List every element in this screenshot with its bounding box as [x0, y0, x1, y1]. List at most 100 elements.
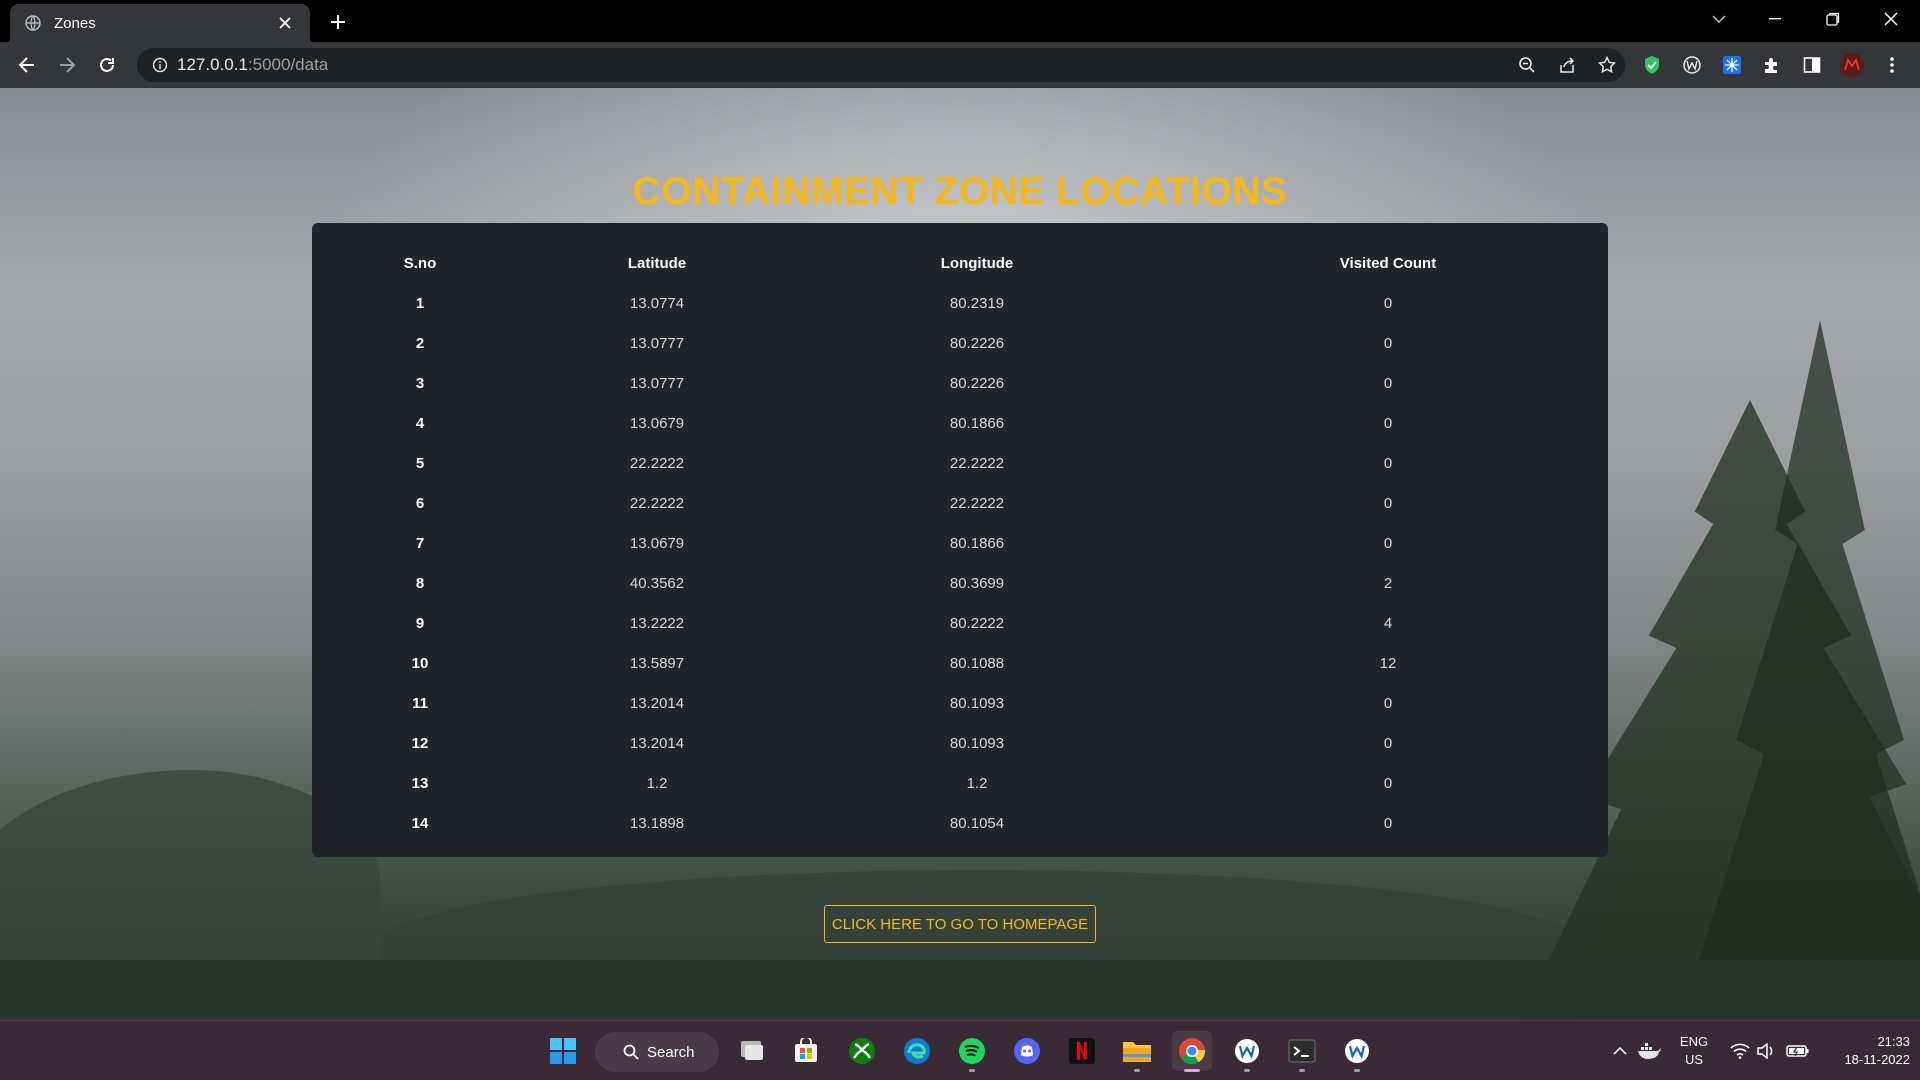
- forest-floor-background: [0, 960, 1920, 1020]
- browser-tab[interactable]: Zones: [10, 4, 310, 42]
- wifi-icon[interactable]: [1728, 1035, 1752, 1067]
- minimize-window-button[interactable]: [1752, 0, 1798, 38]
- url-path: :5000/data: [247, 55, 329, 74]
- cell-sno: 1: [415, 294, 425, 312]
- cell-sno: 14: [411, 814, 429, 832]
- show-hidden-icons-chevron-icon[interactable]: [1610, 1035, 1630, 1067]
- clock-time: 21:33: [1877, 1034, 1910, 1049]
- cell-longitude: 80.2319: [949, 294, 1005, 312]
- cell-sno: 3: [415, 374, 425, 392]
- docker-icon[interactable]: [1636, 1035, 1662, 1067]
- cell-latitude: 13.0679: [629, 414, 685, 432]
- cell-latitude: 40.3562: [629, 574, 685, 592]
- xbox-icon[interactable]: [842, 1031, 882, 1071]
- cell-sno: 2: [415, 334, 425, 352]
- volume-icon[interactable]: [1754, 1035, 1778, 1067]
- page-title: CONTAINMENT ZONE LOCATIONS: [632, 170, 1288, 213]
- column-header-visited-count: Visited Count: [1339, 254, 1437, 272]
- cell-longitude: 80.2222: [949, 614, 1005, 632]
- snowflake-extension-icon[interactable]: [1716, 49, 1748, 81]
- cell-sno: 12: [411, 734, 429, 752]
- table-row: 9 13.2222 80.2222 4: [312, 603, 1608, 643]
- cell-visited-count: 0: [1383, 454, 1393, 472]
- table-row: 13 1.2 1.2 0: [312, 763, 1608, 803]
- cell-visited-count: 4: [1383, 614, 1393, 632]
- cell-latitude: 13.5897: [629, 654, 685, 672]
- table-row: 7 13.0679 80.1866 0: [312, 523, 1608, 563]
- terminal-icon[interactable]: [1282, 1031, 1322, 1072]
- w-extension-icon[interactable]: [1676, 49, 1708, 81]
- back-arrow-icon[interactable]: [11, 49, 43, 81]
- start-windows-icon[interactable]: [543, 1031, 583, 1071]
- cell-sno: 7: [415, 534, 425, 552]
- cell-visited-count: 0: [1383, 534, 1393, 552]
- cell-visited-count: 2: [1383, 574, 1393, 592]
- netflix-icon[interactable]: [1062, 1031, 1102, 1071]
- side-panel-icon[interactable]: [1796, 49, 1828, 81]
- taskbar-search[interactable]: Search: [595, 1032, 719, 1072]
- cell-longitude: 22.2222: [949, 454, 1005, 472]
- table-row: 5 22.2222 22.2222 0: [312, 443, 1608, 483]
- bookmark-star-icon[interactable]: [1591, 49, 1623, 81]
- profile-avatar[interactable]: [1836, 49, 1868, 81]
- cell-longitude: 80.1866: [949, 534, 1005, 552]
- zones-table-panel: S.no Latitude Longitude Visited Count 1 1…: [312, 223, 1608, 857]
- cell-longitude: 80.3699: [949, 574, 1005, 592]
- language-indicator[interactable]: ENG US: [1668, 1033, 1720, 1069]
- forward-arrow-icon[interactable]: [51, 49, 83, 81]
- cell-visited-count: 0: [1383, 294, 1393, 312]
- table-row: 14 13.1898 80.1054 0: [312, 803, 1608, 843]
- cell-visited-count: 0: [1383, 694, 1393, 712]
- close-tab-icon[interactable]: [274, 12, 296, 34]
- cell-visited-count: 0: [1383, 334, 1393, 352]
- kebab-menu-icon[interactable]: [1876, 49, 1908, 81]
- cell-latitude: 13.0679: [629, 534, 685, 552]
- cell-sno: 10: [411, 654, 429, 672]
- browser-tab-strip: Zones: [0, 0, 1920, 42]
- cell-visited-count: 0: [1383, 374, 1393, 392]
- restore-window-button[interactable]: [1810, 0, 1856, 38]
- cell-longitude: 80.1093: [949, 694, 1005, 712]
- system-clock[interactable]: 21:33 18-11-2022: [1820, 1033, 1910, 1069]
- shield-extension-icon[interactable]: [1636, 49, 1668, 81]
- column-header-latitude: Latitude: [627, 254, 687, 272]
- edge-browser-icon[interactable]: [897, 1031, 937, 1071]
- battery-icon[interactable]: [1784, 1035, 1812, 1067]
- file-explorer-icon[interactable]: [1117, 1031, 1157, 1072]
- cell-latitude: 22.2222: [629, 454, 685, 472]
- close-window-button[interactable]: [1868, 0, 1914, 38]
- running-indicator: [1299, 1069, 1305, 1072]
- page-viewport: CONTAINMENT ZONE LOCATIONS S.no Latitude…: [0, 88, 1920, 1020]
- go-to-homepage-button[interactable]: CLICK HERE TO GO TO HOMEPAGE: [824, 905, 1096, 943]
- microsoft-store-icon[interactable]: [786, 1031, 826, 1071]
- clock-date: 18-11-2022: [1844, 1052, 1910, 1067]
- new-tab-button[interactable]: [324, 8, 352, 36]
- windows-taskbar: Search ENG US 21:33 18-11-2022: [0, 1020, 1920, 1080]
- site-info-icon[interactable]: [143, 48, 177, 82]
- discord-icon[interactable]: [1007, 1031, 1047, 1071]
- cell-longitude: 1.2: [966, 774, 988, 792]
- cell-visited-count: 0: [1383, 494, 1393, 512]
- cell-sno: 5: [415, 454, 425, 472]
- table-header-row: S.no Latitude Longitude Visited Count: [312, 243, 1608, 283]
- w-app-icon[interactable]: [1227, 1031, 1267, 1072]
- extensions-puzzle-icon[interactable]: [1756, 49, 1788, 81]
- cell-sno: 9: [415, 614, 425, 632]
- running-indicator: [1244, 1069, 1250, 1072]
- zoom-icon[interactable]: [1511, 49, 1543, 81]
- table-row: 10 13.5897 80.1088 12: [312, 643, 1608, 683]
- chrome-icon[interactable]: [1172, 1031, 1212, 1072]
- task-view-icon[interactable]: [732, 1031, 772, 1071]
- cell-latitude: 13.0777: [629, 374, 685, 392]
- spotify-icon[interactable]: [952, 1031, 992, 1072]
- address-bar[interactable]: 127.0.0.1:5000/data: [137, 48, 1625, 82]
- cell-longitude: 80.2226: [949, 334, 1005, 352]
- share-icon[interactable]: [1551, 49, 1583, 81]
- reload-icon[interactable]: [91, 49, 123, 81]
- table-row: 4 13.0679 80.1866 0: [312, 403, 1608, 443]
- cell-visited-count: 0: [1383, 734, 1393, 752]
- table-row: 1 13.0774 80.2319 0: [312, 283, 1608, 323]
- cell-longitude: 80.1088: [949, 654, 1005, 672]
- tab-search-chevron-icon[interactable]: [1696, 0, 1742, 38]
- w-app-icon-2[interactable]: [1337, 1031, 1377, 1072]
